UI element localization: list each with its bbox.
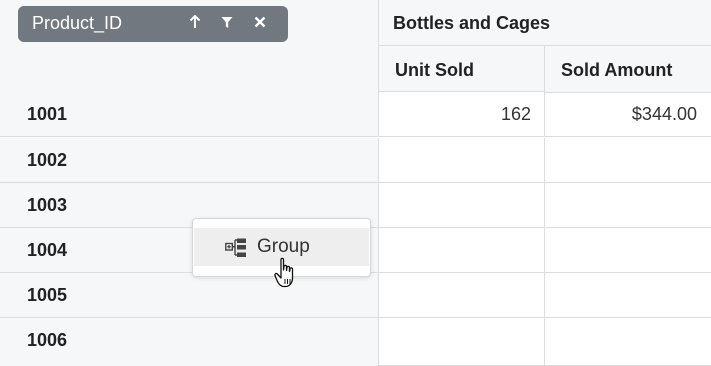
- value-header-label: Unit Sold: [395, 60, 474, 80]
- value-header-sold-amount[interactable]: Sold Amount: [545, 46, 711, 93]
- remove-icon[interactable]: [251, 13, 269, 31]
- row-header-cell[interactable]: 1005: [0, 273, 379, 317]
- sort-ascending-icon[interactable]: [186, 13, 204, 31]
- value-cell[interactable]: [379, 228, 545, 272]
- value-cell[interactable]: [379, 183, 545, 227]
- column-group-header[interactable]: Bottles and Cages: [379, 0, 711, 46]
- value-cell[interactable]: [545, 138, 711, 182]
- value-cell[interactable]: [545, 183, 711, 227]
- row-header-label: 1004: [27, 240, 68, 260]
- value-header-unit-sold[interactable]: Unit Sold: [379, 46, 545, 92]
- row-field-chip[interactable]: Product_ID: [18, 6, 288, 42]
- value-cell[interactable]: [545, 318, 711, 366]
- value-cell[interactable]: [545, 273, 711, 317]
- pivot-table: Product_ID Bottles and Cages Unit Sold S…: [0, 0, 711, 366]
- row-header-area: Product_ID: [0, 0, 379, 93]
- row-header-label: 1006: [27, 330, 68, 350]
- value-cell[interactable]: [379, 273, 545, 317]
- table-row: 1001 162 $344.00: [0, 92, 711, 137]
- value-cell[interactable]: 162: [379, 92, 545, 136]
- value-cell[interactable]: $344.00: [545, 92, 711, 136]
- context-menu-item-label: Group: [257, 236, 310, 257]
- value-cell[interactable]: [379, 318, 545, 366]
- row-header-label: 1001: [27, 104, 68, 124]
- group-icon: [225, 238, 247, 263]
- filter-icon[interactable]: [218, 13, 236, 31]
- table-row: 1002: [0, 138, 711, 183]
- hand-cursor-icon: [274, 257, 296, 294]
- table-row: 1006: [0, 318, 711, 366]
- row-field-chip-label: Product_ID: [32, 13, 123, 33]
- row-header-cell[interactable]: 1002: [0, 138, 379, 182]
- row-header-cell[interactable]: 1006: [0, 318, 379, 366]
- value-cell[interactable]: [379, 138, 545, 182]
- row-header-cell[interactable]: 1001: [0, 92, 379, 136]
- table-row: 1005: [0, 273, 711, 318]
- column-group-label: Bottles and Cages: [393, 13, 551, 33]
- row-header-label: 1002: [27, 150, 68, 170]
- value-header-label: Sold Amount: [561, 60, 673, 80]
- row-header-label: 1003: [27, 195, 68, 215]
- value-cell[interactable]: [545, 228, 711, 272]
- row-header-label: 1005: [27, 285, 68, 305]
